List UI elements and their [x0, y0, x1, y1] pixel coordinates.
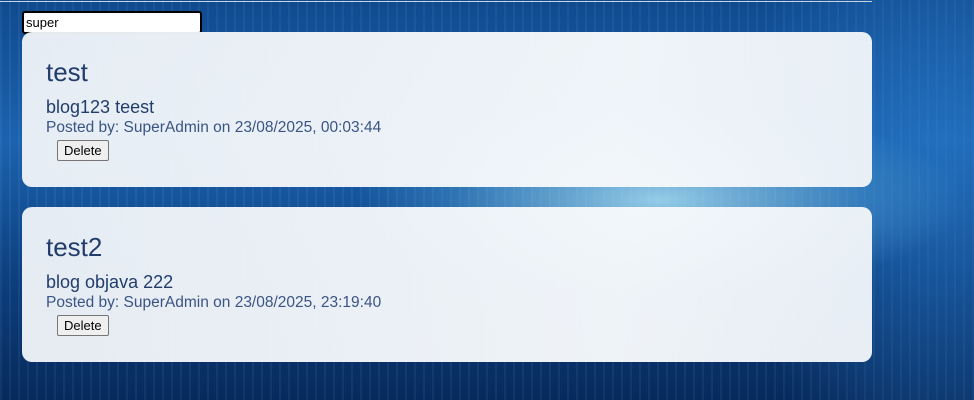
post-card: test2 blog objava 222 Posted by: SuperAd… — [22, 207, 872, 362]
post-card: test blog123 teest Posted by: SuperAdmin… — [22, 32, 872, 187]
post-title: test2 — [46, 232, 103, 262]
delete-button[interactable]: Delete — [57, 140, 109, 161]
post-body: blog123 teest — [46, 97, 155, 117]
post-body: blog objava 222 — [46, 272, 174, 292]
post-title: test — [46, 57, 88, 87]
search-input[interactable] — [22, 11, 202, 34]
top-divider — [0, 1, 872, 2]
delete-button[interactable]: Delete — [57, 315, 109, 336]
post-meta: Posted by: SuperAdmin on 23/08/2025, 23:… — [46, 294, 382, 311]
post-meta: Posted by: SuperAdmin on 23/08/2025, 00:… — [46, 119, 382, 136]
